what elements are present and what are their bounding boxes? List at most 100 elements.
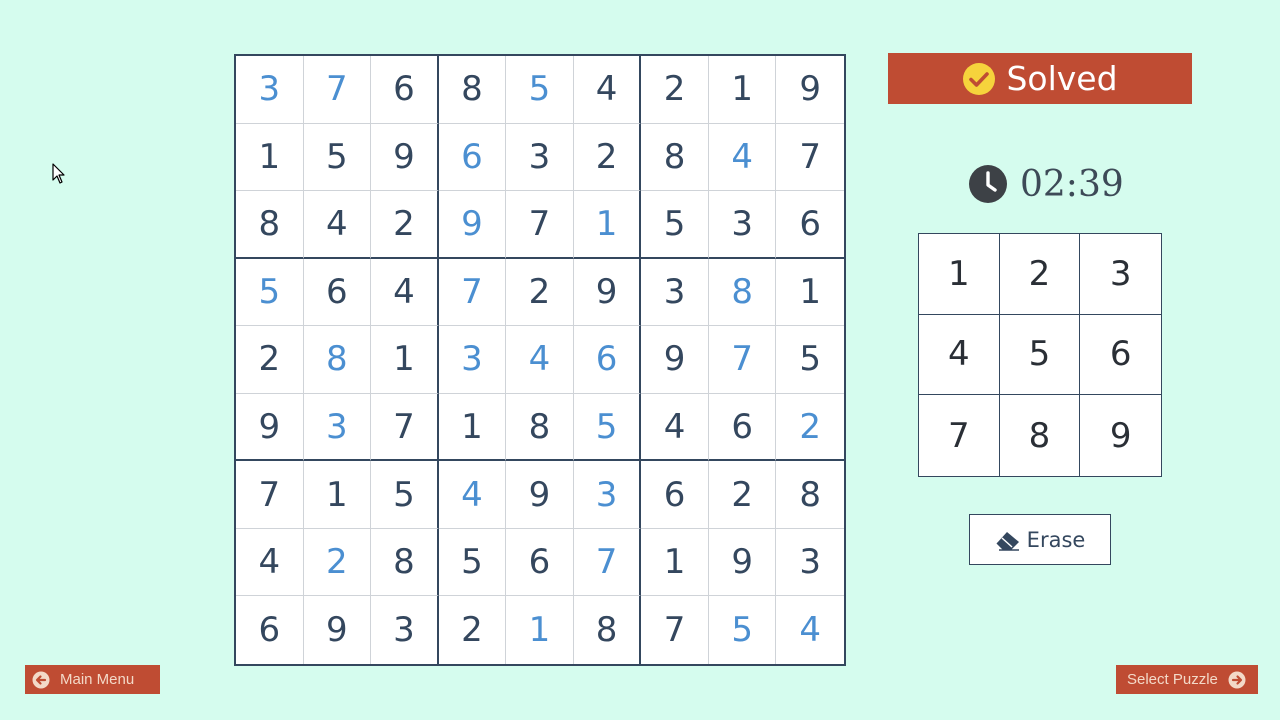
sudoku-cell-r2c7[interactable]: 8: [641, 123, 709, 192]
sudoku-cell-r4c5[interactable]: 2: [506, 258, 574, 327]
sudoku-cell-r4c6[interactable]: 9: [573, 258, 642, 327]
sudoku-cell-r9c5[interactable]: 1: [506, 596, 574, 664]
sudoku-cell-r2c5[interactable]: 3: [506, 123, 574, 192]
sudoku-cell-r4c3[interactable]: 4: [371, 258, 439, 327]
sudoku-cell-r5c1[interactable]: 2: [236, 326, 304, 394]
sudoku-cell-r9c7[interactable]: 7: [641, 596, 709, 664]
sudoku-cell-r1c2[interactable]: 7: [303, 56, 372, 124]
sudoku-cell-r6c6[interactable]: 5: [573, 393, 642, 462]
numpad-key-9[interactable]: 9: [1080, 395, 1161, 476]
sudoku-cell-r2c8[interactable]: 4: [708, 123, 777, 192]
sudoku-cell-r5c8[interactable]: 7: [708, 326, 777, 394]
timer-value: 02:39: [1020, 163, 1124, 205]
sudoku-cell-r3c4[interactable]: 9: [438, 191, 507, 259]
sudoku-cell-r3c2[interactable]: 4: [303, 191, 372, 259]
sudoku-cell-r3c8[interactable]: 3: [708, 191, 777, 259]
select-puzzle-button[interactable]: Select Puzzle: [1116, 665, 1258, 694]
numpad-key-7[interactable]: 7: [919, 395, 1000, 476]
sudoku-cell-r3c3[interactable]: 2: [371, 191, 439, 259]
sudoku-cell-r3c5[interactable]: 7: [506, 191, 574, 259]
sudoku-cell-r4c8[interactable]: 8: [708, 258, 777, 327]
sudoku-cell-r5c2[interactable]: 8: [303, 326, 372, 394]
sudoku-cell-r7c3[interactable]: 5: [371, 461, 439, 529]
sudoku-cell-r1c1[interactable]: 3: [236, 56, 304, 124]
sudoku-cell-r9c2[interactable]: 9: [304, 596, 372, 664]
clock-icon: [969, 165, 1007, 203]
sudoku-cell-r8c4[interactable]: 5: [438, 528, 507, 597]
sudoku-cell-r9c3[interactable]: 3: [371, 596, 439, 664]
sudoku-cell-r6c9[interactable]: 2: [776, 394, 844, 462]
sudoku-cell-r8c9[interactable]: 3: [776, 529, 844, 597]
numpad-key-4[interactable]: 4: [919, 314, 1000, 396]
sudoku-cell-r2c9[interactable]: 7: [776, 124, 844, 192]
sudoku-cell-r8c1[interactable]: 4: [236, 528, 304, 597]
sudoku-cell-r6c7[interactable]: 4: [641, 393, 709, 462]
numpad-key-5[interactable]: 5: [999, 314, 1081, 396]
sudoku-cell-r7c4[interactable]: 4: [438, 461, 507, 529]
main-menu-button[interactable]: Main Menu: [25, 665, 160, 694]
eraser-icon: [996, 531, 1019, 551]
sudoku-cell-r3c7[interactable]: 5: [641, 191, 709, 259]
sudoku-cell-r8c2[interactable]: 2: [303, 528, 372, 597]
sudoku-cell-r1c3[interactable]: 6: [371, 56, 439, 124]
sudoku-cell-r8c3[interactable]: 8: [371, 528, 439, 597]
sudoku-cell-r5c5[interactable]: 4: [506, 326, 574, 394]
numpad-key-6[interactable]: 6: [1080, 315, 1161, 396]
sudoku-cell-r7c2[interactable]: 1: [303, 461, 372, 529]
sudoku-cell-r1c9[interactable]: 9: [776, 56, 844, 124]
sudoku-cell-r7c1[interactable]: 7: [236, 461, 304, 529]
sudoku-cell-r5c7[interactable]: 9: [641, 326, 709, 394]
sudoku-cell-r7c9[interactable]: 8: [776, 461, 844, 529]
sudoku-cell-r4c7[interactable]: 3: [641, 258, 709, 327]
sudoku-cell-r5c3[interactable]: 1: [371, 326, 439, 394]
numpad-key-2[interactable]: 2: [999, 234, 1081, 315]
solved-banner: Solved: [888, 53, 1192, 104]
numpad-key-3[interactable]: 3: [1080, 234, 1161, 315]
sudoku-cell-r7c6[interactable]: 3: [573, 461, 642, 529]
sudoku-cell-r8c8[interactable]: 9: [708, 528, 777, 597]
sudoku-cell-r4c4[interactable]: 7: [438, 258, 507, 327]
numpad-key-1[interactable]: 1: [919, 234, 1000, 315]
select-puzzle-label: Select Puzzle: [1127, 671, 1218, 688]
sudoku-cell-r3c1[interactable]: 8: [236, 191, 304, 259]
sudoku-cell-r8c7[interactable]: 1: [641, 528, 709, 597]
sudoku-cell-r5c4[interactable]: 3: [438, 326, 507, 394]
sudoku-cell-r1c6[interactable]: 4: [573, 56, 642, 124]
sudoku-cell-r2c3[interactable]: 9: [371, 123, 439, 192]
sudoku-cell-r8c6[interactable]: 7: [573, 528, 642, 597]
sudoku-cell-r2c1[interactable]: 1: [236, 123, 304, 192]
arrow-left-circle-icon: [32, 671, 50, 688]
sudoku-cell-r6c2[interactable]: 3: [303, 393, 372, 462]
sudoku-cell-r9c6[interactable]: 8: [574, 596, 642, 664]
sudoku-cell-r8c5[interactable]: 6: [506, 528, 574, 597]
sudoku-cell-r3c9[interactable]: 6: [776, 191, 844, 259]
sudoku-cell-r6c5[interactable]: 8: [506, 393, 574, 462]
sudoku-cell-r2c4[interactable]: 6: [438, 123, 507, 192]
sudoku-cell-r1c5[interactable]: 5: [506, 56, 574, 124]
sudoku-cell-r2c2[interactable]: 5: [303, 123, 372, 192]
sudoku-cell-r5c6[interactable]: 6: [573, 326, 642, 394]
sudoku-cell-r3c6[interactable]: 1: [573, 191, 642, 259]
sudoku-cell-r7c5[interactable]: 9: [506, 461, 574, 529]
numpad-key-8[interactable]: 8: [1000, 395, 1081, 476]
sudoku-cell-r6c1[interactable]: 9: [236, 393, 304, 462]
erase-button[interactable]: Erase: [969, 514, 1111, 565]
sudoku-cell-r1c4[interactable]: 8: [438, 56, 507, 124]
sudoku-cell-r9c1[interactable]: 6: [236, 596, 304, 664]
sudoku-cell-r9c9[interactable]: 4: [776, 596, 844, 664]
sudoku-cell-r5c9[interactable]: 5: [776, 326, 844, 394]
sudoku-cell-r4c9[interactable]: 1: [776, 259, 844, 327]
sudoku-cell-r6c3[interactable]: 7: [371, 393, 439, 462]
sudoku-cell-r7c7[interactable]: 6: [641, 461, 709, 529]
sudoku-cell-r4c1[interactable]: 5: [236, 258, 304, 327]
sudoku-cell-r1c7[interactable]: 2: [641, 56, 709, 124]
sudoku-cell-r6c4[interactable]: 1: [438, 393, 507, 462]
sudoku-cell-r9c8[interactable]: 5: [709, 596, 777, 664]
sudoku-cell-r6c8[interactable]: 6: [708, 393, 777, 462]
sudoku-cell-r1c8[interactable]: 1: [708, 56, 777, 124]
sudoku-cell-r9c4[interactable]: 2: [439, 596, 507, 664]
arrow-right-circle-icon: [1228, 671, 1246, 688]
sudoku-cell-r4c2[interactable]: 6: [303, 258, 372, 327]
sudoku-cell-r2c6[interactable]: 2: [573, 123, 642, 192]
sudoku-cell-r7c8[interactable]: 2: [708, 461, 777, 529]
